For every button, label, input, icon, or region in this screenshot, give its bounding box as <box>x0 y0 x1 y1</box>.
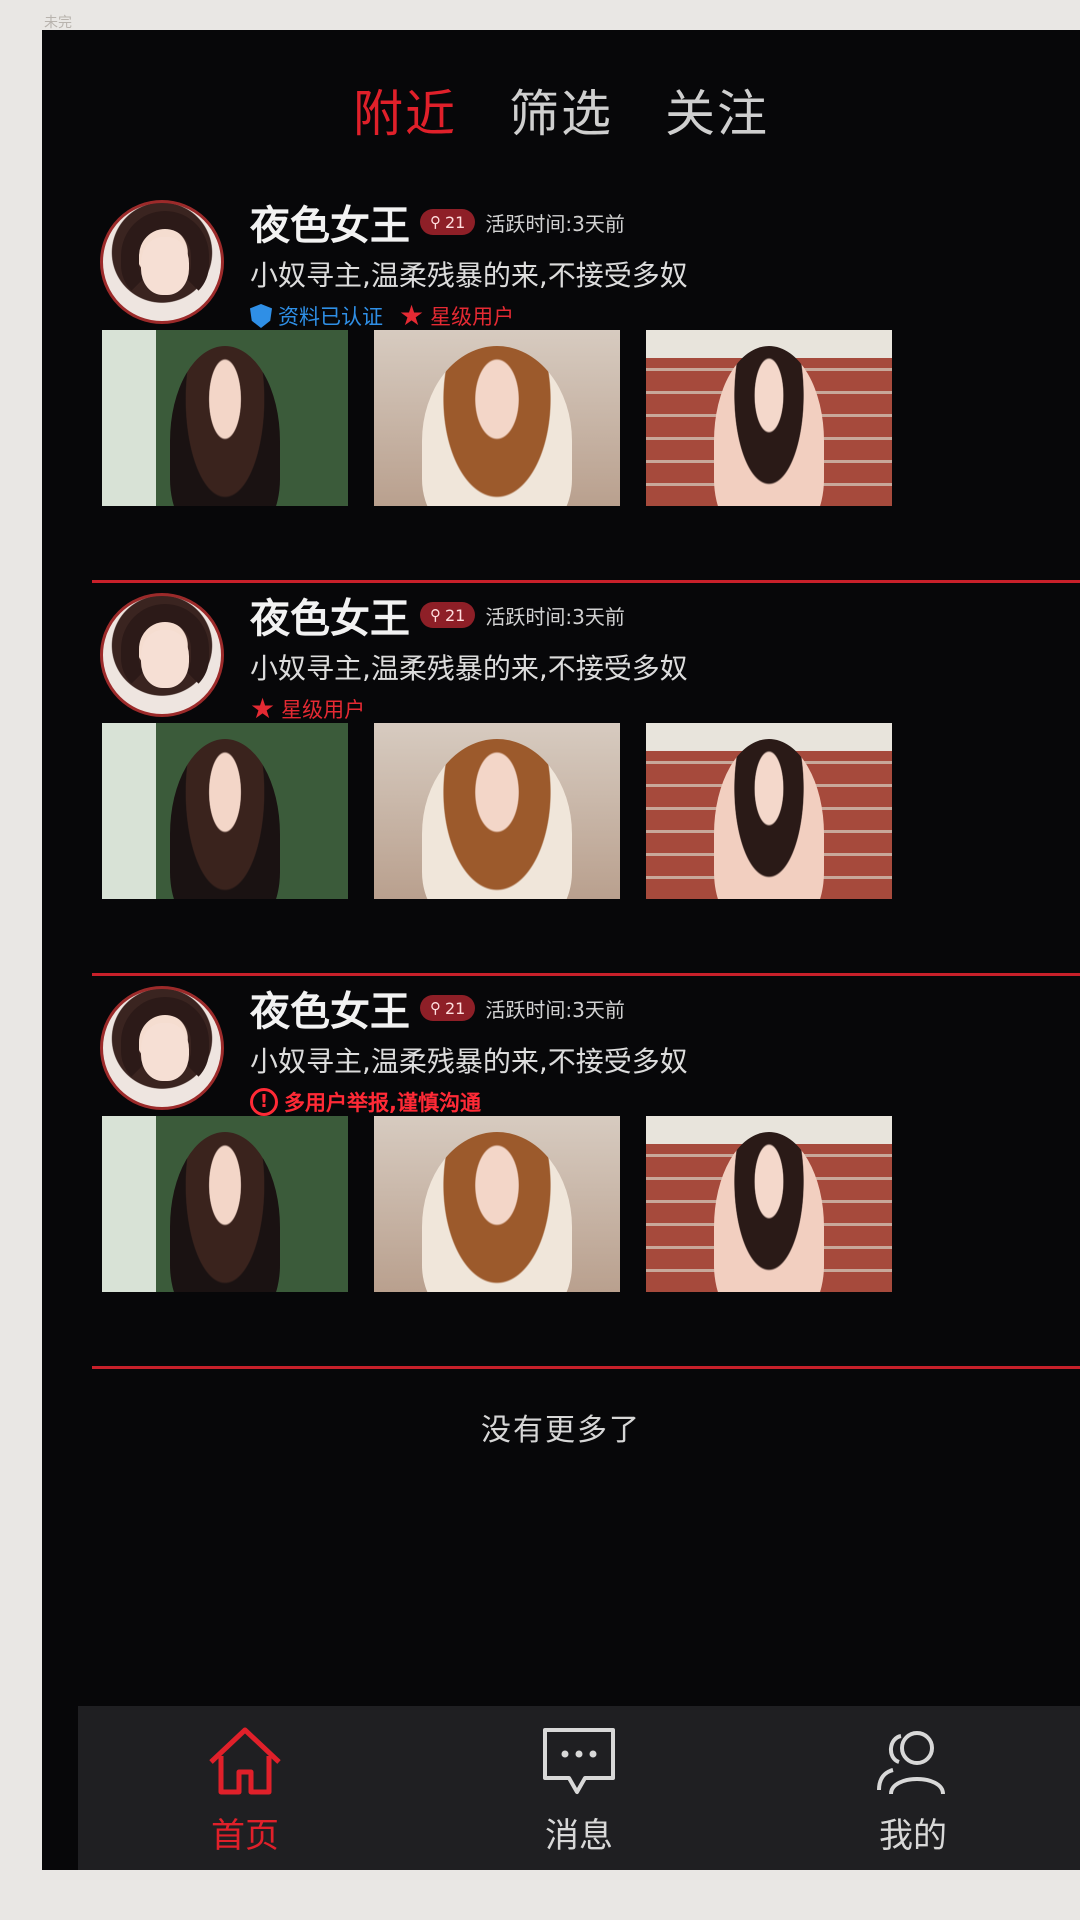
avatar[interactable] <box>100 200 224 324</box>
photo-thumbnail[interactable] <box>374 330 620 506</box>
avatar[interactable] <box>100 593 224 717</box>
photo-thumbnail[interactable] <box>646 330 892 506</box>
star-user-tag: ★ 星级用户 <box>250 694 365 724</box>
user-card[interactable]: 夜色女王 ⚲ 21 活跃时间:3天前 小奴寻主,温柔残暴的来,不接受多奴 ! 多… <box>42 976 1080 1369</box>
age-badge: ⚲ 21 <box>420 209 476 235</box>
active-time: 活跃时间:3天前 <box>485 604 625 629</box>
star-user-label: 星级用户 <box>430 305 515 329</box>
user-info: 夜色女王 ⚲ 21 活跃时间:3天前 小奴寻主,温柔残暴的来,不接受多奴 资料已… <box>250 196 1040 334</box>
user-name: 夜色女王 <box>250 989 410 1035</box>
user-tags: 资料已认证 ★ 星级用户 <box>250 298 1040 334</box>
active-time: 活跃时间:3天前 <box>485 211 625 236</box>
corner-text: 未完 <box>44 15 72 31</box>
nav-profile-label: 我的 <box>879 1815 947 1856</box>
gender-icon: ⚲ <box>430 999 441 1017</box>
user-bio: 小奴寻主,温柔残暴的来,不接受多奴 <box>250 652 688 685</box>
bottom-nav: 首页 消息 我的 <box>78 1706 1080 1870</box>
user-bio: 小奴寻主,温柔残暴的来,不接受多奴 <box>250 259 688 292</box>
star-icon: ★ <box>399 299 425 332</box>
nav-messages-label: 消息 <box>545 1815 613 1856</box>
home-icon <box>209 1727 281 1794</box>
verified-label: 资料已认证 <box>278 305 383 329</box>
age-badge: ⚲ 21 <box>420 602 476 628</box>
age-value: 21 <box>445 212 466 232</box>
photo-row <box>102 1116 892 1292</box>
verified-tag: 资料已认证 <box>250 301 383 331</box>
avatar[interactable] <box>100 986 224 1110</box>
top-tabs: 附近 筛选 关注 <box>42 30 1080 190</box>
star-user-tag: ★ 星级用户 <box>399 301 514 331</box>
active-time: 活跃时间:3天前 <box>485 997 625 1022</box>
user-tags: ! 多用户举报,谨慎沟通 <box>250 1084 1040 1120</box>
age-badge: ⚲ 21 <box>420 995 476 1021</box>
tab-nearby[interactable]: 附近 <box>353 74 457 146</box>
photo-thumbnail[interactable] <box>102 330 348 506</box>
gender-icon: ⚲ <box>430 213 441 231</box>
app-screen: 附近 筛选 关注 夜色女王 ⚲ 21 活跃时间:3天前 小奴寻主,温柔残暴的来,… <box>42 30 1080 1870</box>
star-user-label: 星级用户 <box>281 698 366 722</box>
nav-home[interactable]: 首页 <box>145 1720 345 1857</box>
user-info: 夜色女王 ⚲ 21 活跃时间:3天前 小奴寻主,温柔残暴的来,不接受多奴 ★ 星… <box>250 589 1040 727</box>
age-value: 21 <box>445 605 466 625</box>
end-of-list-text: 没有更多了 <box>481 1413 641 1448</box>
user-name: 夜色女王 <box>250 596 410 642</box>
photo-thumbnail[interactable] <box>646 723 892 899</box>
gender-icon: ⚲ <box>430 606 441 624</box>
user-tags: ★ 星级用户 <box>250 691 1040 727</box>
user-bio: 小奴寻主,温柔残暴的来,不接受多奴 <box>250 1045 688 1078</box>
card-divider <box>92 1366 1080 1369</box>
user-card[interactable]: 夜色女王 ⚲ 21 活跃时间:3天前 小奴寻主,温柔残暴的来,不接受多奴 资料已… <box>42 190 1080 583</box>
nav-profile[interactable]: 我的 <box>813 1720 1013 1857</box>
photo-thumbnail[interactable] <box>102 1116 348 1292</box>
age-value: 21 <box>445 998 466 1018</box>
star-icon: ★ <box>250 692 276 725</box>
photo-thumbnail[interactable] <box>646 1116 892 1292</box>
tab-follow[interactable]: 关注 <box>665 74 769 146</box>
user-card[interactable]: 夜色女王 ⚲ 21 活跃时间:3天前 小奴寻主,温柔残暴的来,不接受多奴 ★ 星… <box>42 583 1080 976</box>
report-warning-label: 多用户举报,谨慎沟通 <box>284 1091 481 1115</box>
photo-thumbnail[interactable] <box>102 723 348 899</box>
photo-row <box>102 723 892 899</box>
shield-icon <box>250 304 272 328</box>
message-icon <box>543 1727 615 1794</box>
nav-home-label: 首页 <box>211 1815 279 1856</box>
photo-row <box>102 330 892 506</box>
nav-messages[interactable]: 消息 <box>479 1720 679 1857</box>
user-name: 夜色女王 <box>250 203 410 249</box>
users-icon <box>877 1730 945 1794</box>
report-warning-tag: ! 多用户举报,谨慎沟通 <box>250 1087 481 1117</box>
user-info: 夜色女王 ⚲ 21 活跃时间:3天前 小奴寻主,温柔残暴的来,不接受多奴 ! 多… <box>250 982 1040 1120</box>
photo-thumbnail[interactable] <box>374 723 620 899</box>
warning-icon: ! <box>250 1088 278 1116</box>
user-feed: 夜色女王 ⚲ 21 活跃时间:3天前 小奴寻主,温柔残暴的来,不接受多奴 资料已… <box>42 190 1080 1369</box>
photo-thumbnail[interactable] <box>374 1116 620 1292</box>
tab-filter[interactable]: 筛选 <box>509 74 613 146</box>
